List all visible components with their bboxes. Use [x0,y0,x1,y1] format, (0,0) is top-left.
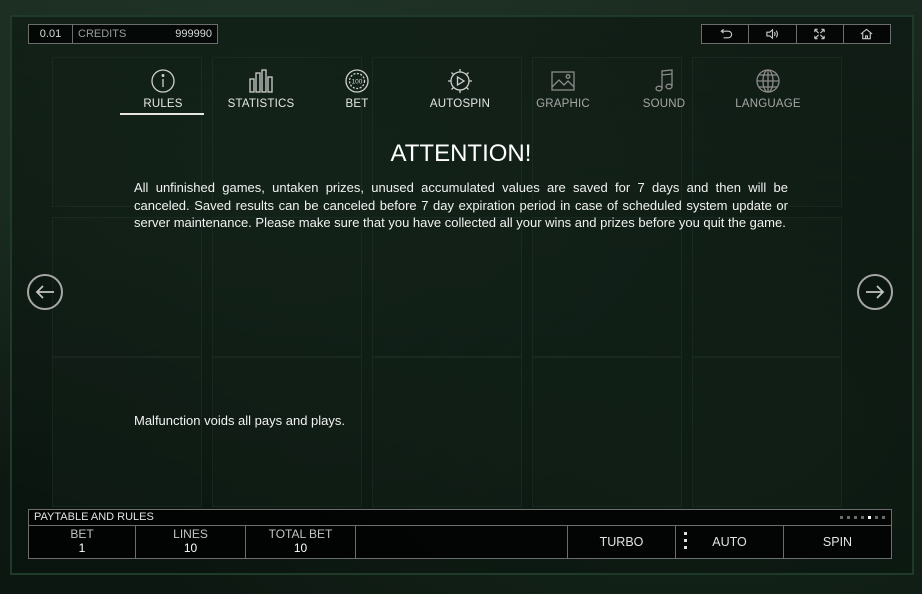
tab-rules[interactable]: RULES [120,68,206,114]
home-button[interactable] [844,25,890,43]
total-bet-value: 10 [293,541,308,555]
page-dot[interactable] [840,516,843,519]
tab-autospin[interactable]: AUTOSPIN [417,68,503,114]
control-bar: BET 1 LINES 10 TOTAL BET 10 TURBO AUTO S… [28,525,892,559]
arrow-right-icon [866,285,885,299]
home-icon [860,28,873,40]
bet-display[interactable]: BET 1 [29,526,136,558]
bet-value: 1 [78,541,86,555]
spin-button[interactable]: SPIN [783,526,891,558]
chip-text: 100 [352,79,363,86]
tab-bet[interactable]: 100 BET [314,68,400,114]
active-tab-indicator [120,113,204,115]
top-icon-bar [701,24,891,44]
page-dot[interactable] [868,516,871,519]
tab-label: AUTOSPIN [429,98,491,110]
reel-cell [532,217,682,357]
reel-cell [52,357,202,507]
attention-paragraph: All unfinished games, untaken prizes, un… [134,180,788,230]
paytable-bar: PAYTABLE AND RULES [28,509,892,525]
lines-display[interactable]: LINES 10 [136,526,246,558]
fullscreen-button[interactable] [797,25,844,43]
denomination-value[interactable]: 0.01 [29,25,73,43]
reel-cell [372,357,522,507]
previous-page-button[interactable] [27,274,63,310]
tab-graphic[interactable]: GRAPHIC [520,68,606,114]
reel-cell [52,217,202,357]
tab-sound[interactable]: SOUND [621,68,707,114]
tab-label: LANGUAGE [735,98,801,110]
turbo-button[interactable]: TURBO [567,526,675,558]
reel-cell [212,357,362,507]
lines-value: 10 [183,541,198,555]
page-indicator [840,516,885,519]
autospin-icon [448,69,472,93]
lines-label: LINES [173,527,208,541]
music-note-icon [655,69,673,92]
bar-chart-icon [249,69,273,93]
tab-label: SOUND [642,98,686,110]
malfunction-notice: Malfunction voids all pays and plays. [134,413,346,428]
undo-button[interactable] [702,25,750,43]
next-page-button[interactable] [857,274,893,310]
fullscreen-icon [814,28,825,40]
total-bet-label: TOTAL BET [268,527,333,541]
chip-icon: 100 [345,69,369,93]
reel-cell [532,357,682,507]
tab-label: BET [345,98,369,110]
page-dot[interactable] [882,516,885,519]
credits-bar: 0.01 CREDITS 999990 [28,24,218,44]
auto-options-icon[interactable] [681,532,689,552]
page-dot[interactable] [854,516,857,519]
page-dot[interactable] [861,516,864,519]
reel-cell [692,357,842,507]
reel-cell [692,217,842,357]
tab-label: STATISTICS [227,98,295,110]
reel-cell [372,217,522,357]
paytable-label: PAYTABLE AND RULES [34,511,154,523]
info-icon [151,69,175,93]
globe-icon [756,69,780,93]
tab-language[interactable]: LANGUAGE [725,68,811,114]
tab-statistics[interactable]: STATISTICS [218,68,304,114]
page-dot[interactable] [847,516,850,519]
credits-value: 999990 [175,28,212,40]
page-dot[interactable] [875,516,878,519]
image-icon [551,71,575,91]
auto-button[interactable]: AUTO [675,526,783,558]
arrow-left-icon [35,285,54,299]
tab-label: GRAPHIC [536,98,590,110]
undo-icon [720,28,732,39]
total-bet-display: TOTAL BET 10 [246,526,356,558]
sound-icon [766,28,778,40]
credits-label: CREDITS [78,28,127,40]
tab-label: RULES [143,98,183,110]
page-title: ATTENTION! [390,140,532,167]
sound-button[interactable] [749,25,797,43]
bet-label: BET [70,527,94,541]
reel-cell [212,217,362,357]
